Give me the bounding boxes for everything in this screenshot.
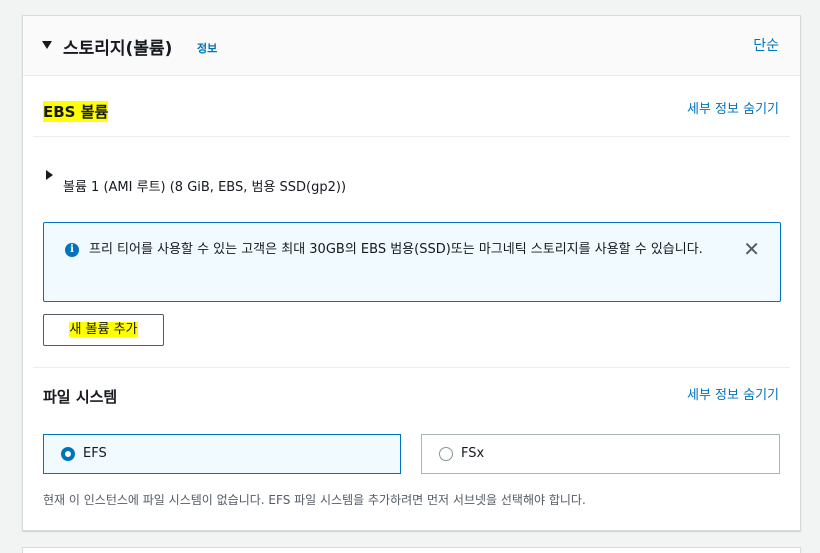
divider [33, 136, 790, 137]
divider [33, 367, 790, 368]
volume-1-label[interactable]: 볼륨 1 (AMI 루트) (8 GiB, EBS, 범용 SSD(gp2)) [63, 176, 346, 195]
fsx-radio[interactable] [439, 447, 453, 461]
fsx-option[interactable]: FSx [421, 434, 780, 474]
free-tier-alert: i 프리 티어를 사용할 수 있는 고객은 최대 30GB의 EBS 범용(SS… [43, 222, 781, 302]
storage-panel: 스토리지(볼륨) 정보 단순 EBS 볼륨 세부 정보 숨기기 볼륨 1 (AM… [22, 15, 801, 531]
info-icon: i [65, 243, 79, 257]
fsx-label: FSx [461, 446, 485, 461]
file-system-description: 현재 이 인스턴스에 파일 시스템이 없습니다. EFS 파일 시스템을 추가하… [43, 493, 586, 507]
ebs-section-title: EBS 볼륨 [43, 101, 109, 122]
close-icon[interactable]: ✕ [743, 238, 760, 260]
add-volume-button-label: 새 볼륨 추가 [69, 322, 138, 337]
efs-option[interactable]: EFS [43, 434, 401, 474]
fs-hide-details-link[interactable]: 세부 정보 숨기기 [687, 384, 779, 403]
alert-text: 프리 티어를 사용할 수 있는 고객은 최대 30GB의 EBS 범용(SSD)… [89, 242, 703, 257]
file-system-title: 파일 시스템 [43, 388, 118, 406]
ebs-hide-details-link[interactable]: 세부 정보 숨기기 [687, 98, 779, 117]
caret-right-icon[interactable] [46, 170, 53, 180]
efs-label: EFS [83, 446, 107, 461]
add-volume-button[interactable]: 새 볼륨 추가 [43, 314, 164, 346]
panel-header: 스토리지(볼륨) 정보 단순 [23, 16, 800, 76]
next-panel [22, 547, 801, 553]
panel-title[interactable]: 스토리지(볼륨) [63, 34, 172, 59]
simple-link[interactable]: 단순 [753, 35, 779, 55]
info-link[interactable]: 정보 [197, 40, 217, 56]
caret-down-icon[interactable] [42, 41, 52, 49]
efs-radio[interactable] [61, 447, 75, 461]
